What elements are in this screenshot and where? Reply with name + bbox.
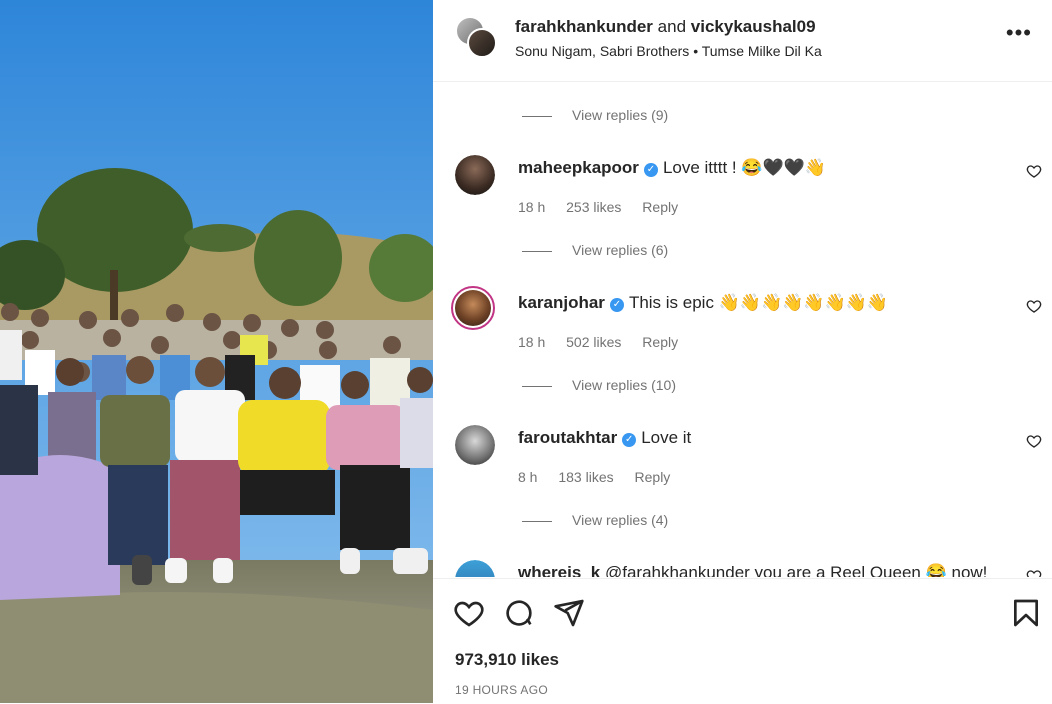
share-icon[interactable]: [553, 597, 585, 629]
comment-time: 18 h: [518, 199, 546, 215]
comment-text: @farahkhankunder you are a Reel Queen 😂 …: [604, 563, 988, 577]
comment-line: faroutakhtar ✓ Love it: [518, 428, 691, 448]
view-replies-label: View replies (6): [572, 242, 669, 258]
comment-meta: 8 h 183 likes Reply: [518, 469, 687, 485]
comment-icon[interactable]: [503, 597, 535, 629]
reply-button[interactable]: Reply: [635, 469, 671, 485]
post-timestamp: 19 HOURS AGO: [455, 683, 548, 697]
verified-badge-icon: ✓: [622, 433, 637, 447]
like-count[interactable]: 973,910 likes: [455, 650, 559, 670]
comment-likes[interactable]: 253 likes: [566, 199, 621, 215]
comment-text: Love it: [641, 428, 692, 447]
heart-icon[interactable]: [1026, 163, 1042, 179]
replies-dash: [522, 250, 552, 252]
comment-username[interactable]: maheepkapoor: [518, 158, 639, 177]
view-replies-label: View replies (10): [572, 377, 677, 393]
group-photo-image: [0, 0, 433, 703]
view-replies-button[interactable]: View replies (10): [522, 377, 676, 393]
comment-meta: 18 h 253 likes Reply: [518, 199, 695, 215]
view-replies-button[interactable]: View replies (6): [522, 242, 668, 258]
heart-icon[interactable]: [1026, 433, 1042, 449]
comment-text: Love itttt ! 😂🖤🖤👋: [662, 158, 827, 177]
avatar[interactable]: [455, 425, 495, 465]
comment-likes[interactable]: 183 likes: [558, 469, 613, 485]
comment-time: 18 h: [518, 334, 546, 350]
avatar: [467, 28, 497, 58]
author-joiner: and: [657, 17, 687, 36]
comments-list: View replies (9) maheepkapoor ✓ Love itttt…: [433, 82, 1052, 577]
comment-username[interactable]: faroutakhtar: [518, 428, 617, 447]
comment-line: karanjohar ✓ This is epic 👋👋👋👋👋👋👋👋: [518, 293, 888, 313]
author-username[interactable]: farahkhankunder: [515, 17, 653, 36]
view-replies-button[interactable]: View replies (9): [522, 107, 668, 123]
comment-username[interactable]: karanjohar: [518, 293, 605, 312]
post-photo[interactable]: [0, 0, 433, 703]
comment-likes[interactable]: 502 likes: [566, 334, 621, 350]
comment-username[interactable]: whereis_k: [518, 563, 600, 577]
audio-track[interactable]: Sonu Nigam, Sabri Brothers • Tumse Milke…: [515, 43, 822, 59]
more-horizontal-icon[interactable]: •••: [1006, 22, 1032, 44]
replies-dash: [522, 115, 552, 117]
heart-icon[interactable]: [1026, 298, 1042, 314]
replies-dash: [522, 520, 552, 522]
view-replies-label: View replies (4): [572, 512, 669, 528]
bookmark-icon[interactable]: [1010, 597, 1042, 629]
avatar-story-ring[interactable]: [451, 286, 495, 330]
avatar[interactable]: [455, 155, 495, 195]
coauthor-username[interactable]: vickykaushal09: [691, 17, 816, 36]
heart-icon[interactable]: [1026, 568, 1042, 577]
comment-line: maheepkapoor ✓ Love itttt ! 😂🖤🖤👋: [518, 158, 826, 178]
comment-text: This is epic 👋👋👋👋👋👋👋👋: [628, 293, 889, 312]
avatar[interactable]: [455, 560, 495, 577]
verified-badge-icon: ✓: [643, 163, 658, 177]
reply-button[interactable]: Reply: [642, 199, 678, 215]
post-side-panel: farahkhankunder and vickykaushal09 Sonu …: [433, 0, 1052, 703]
comment-time: 8 h: [518, 469, 538, 485]
reply-button[interactable]: Reply: [642, 334, 678, 350]
verified-badge-icon: ✓: [609, 298, 624, 312]
view-replies-button[interactable]: View replies (4): [522, 512, 668, 528]
comment-line: whereis_k @farahkhankunder you are a Ree…: [518, 563, 987, 577]
comment-item: whereis_k @farahkhankunder you are a Ree…: [433, 560, 1052, 577]
post-header: farahkhankunder and vickykaushal09 Sonu …: [433, 0, 1052, 82]
replies-dash: [522, 385, 552, 387]
post-authors: farahkhankunder and vickykaushal09: [515, 17, 816, 37]
comment-meta: 18 h 502 likes Reply: [518, 334, 695, 350]
heart-icon[interactable]: [453, 597, 485, 629]
view-replies-label: View replies (9): [572, 107, 669, 123]
post-actions: 973,910 likes 19 HOURS AGO: [433, 578, 1052, 704]
collab-avatars[interactable]: [455, 16, 497, 58]
